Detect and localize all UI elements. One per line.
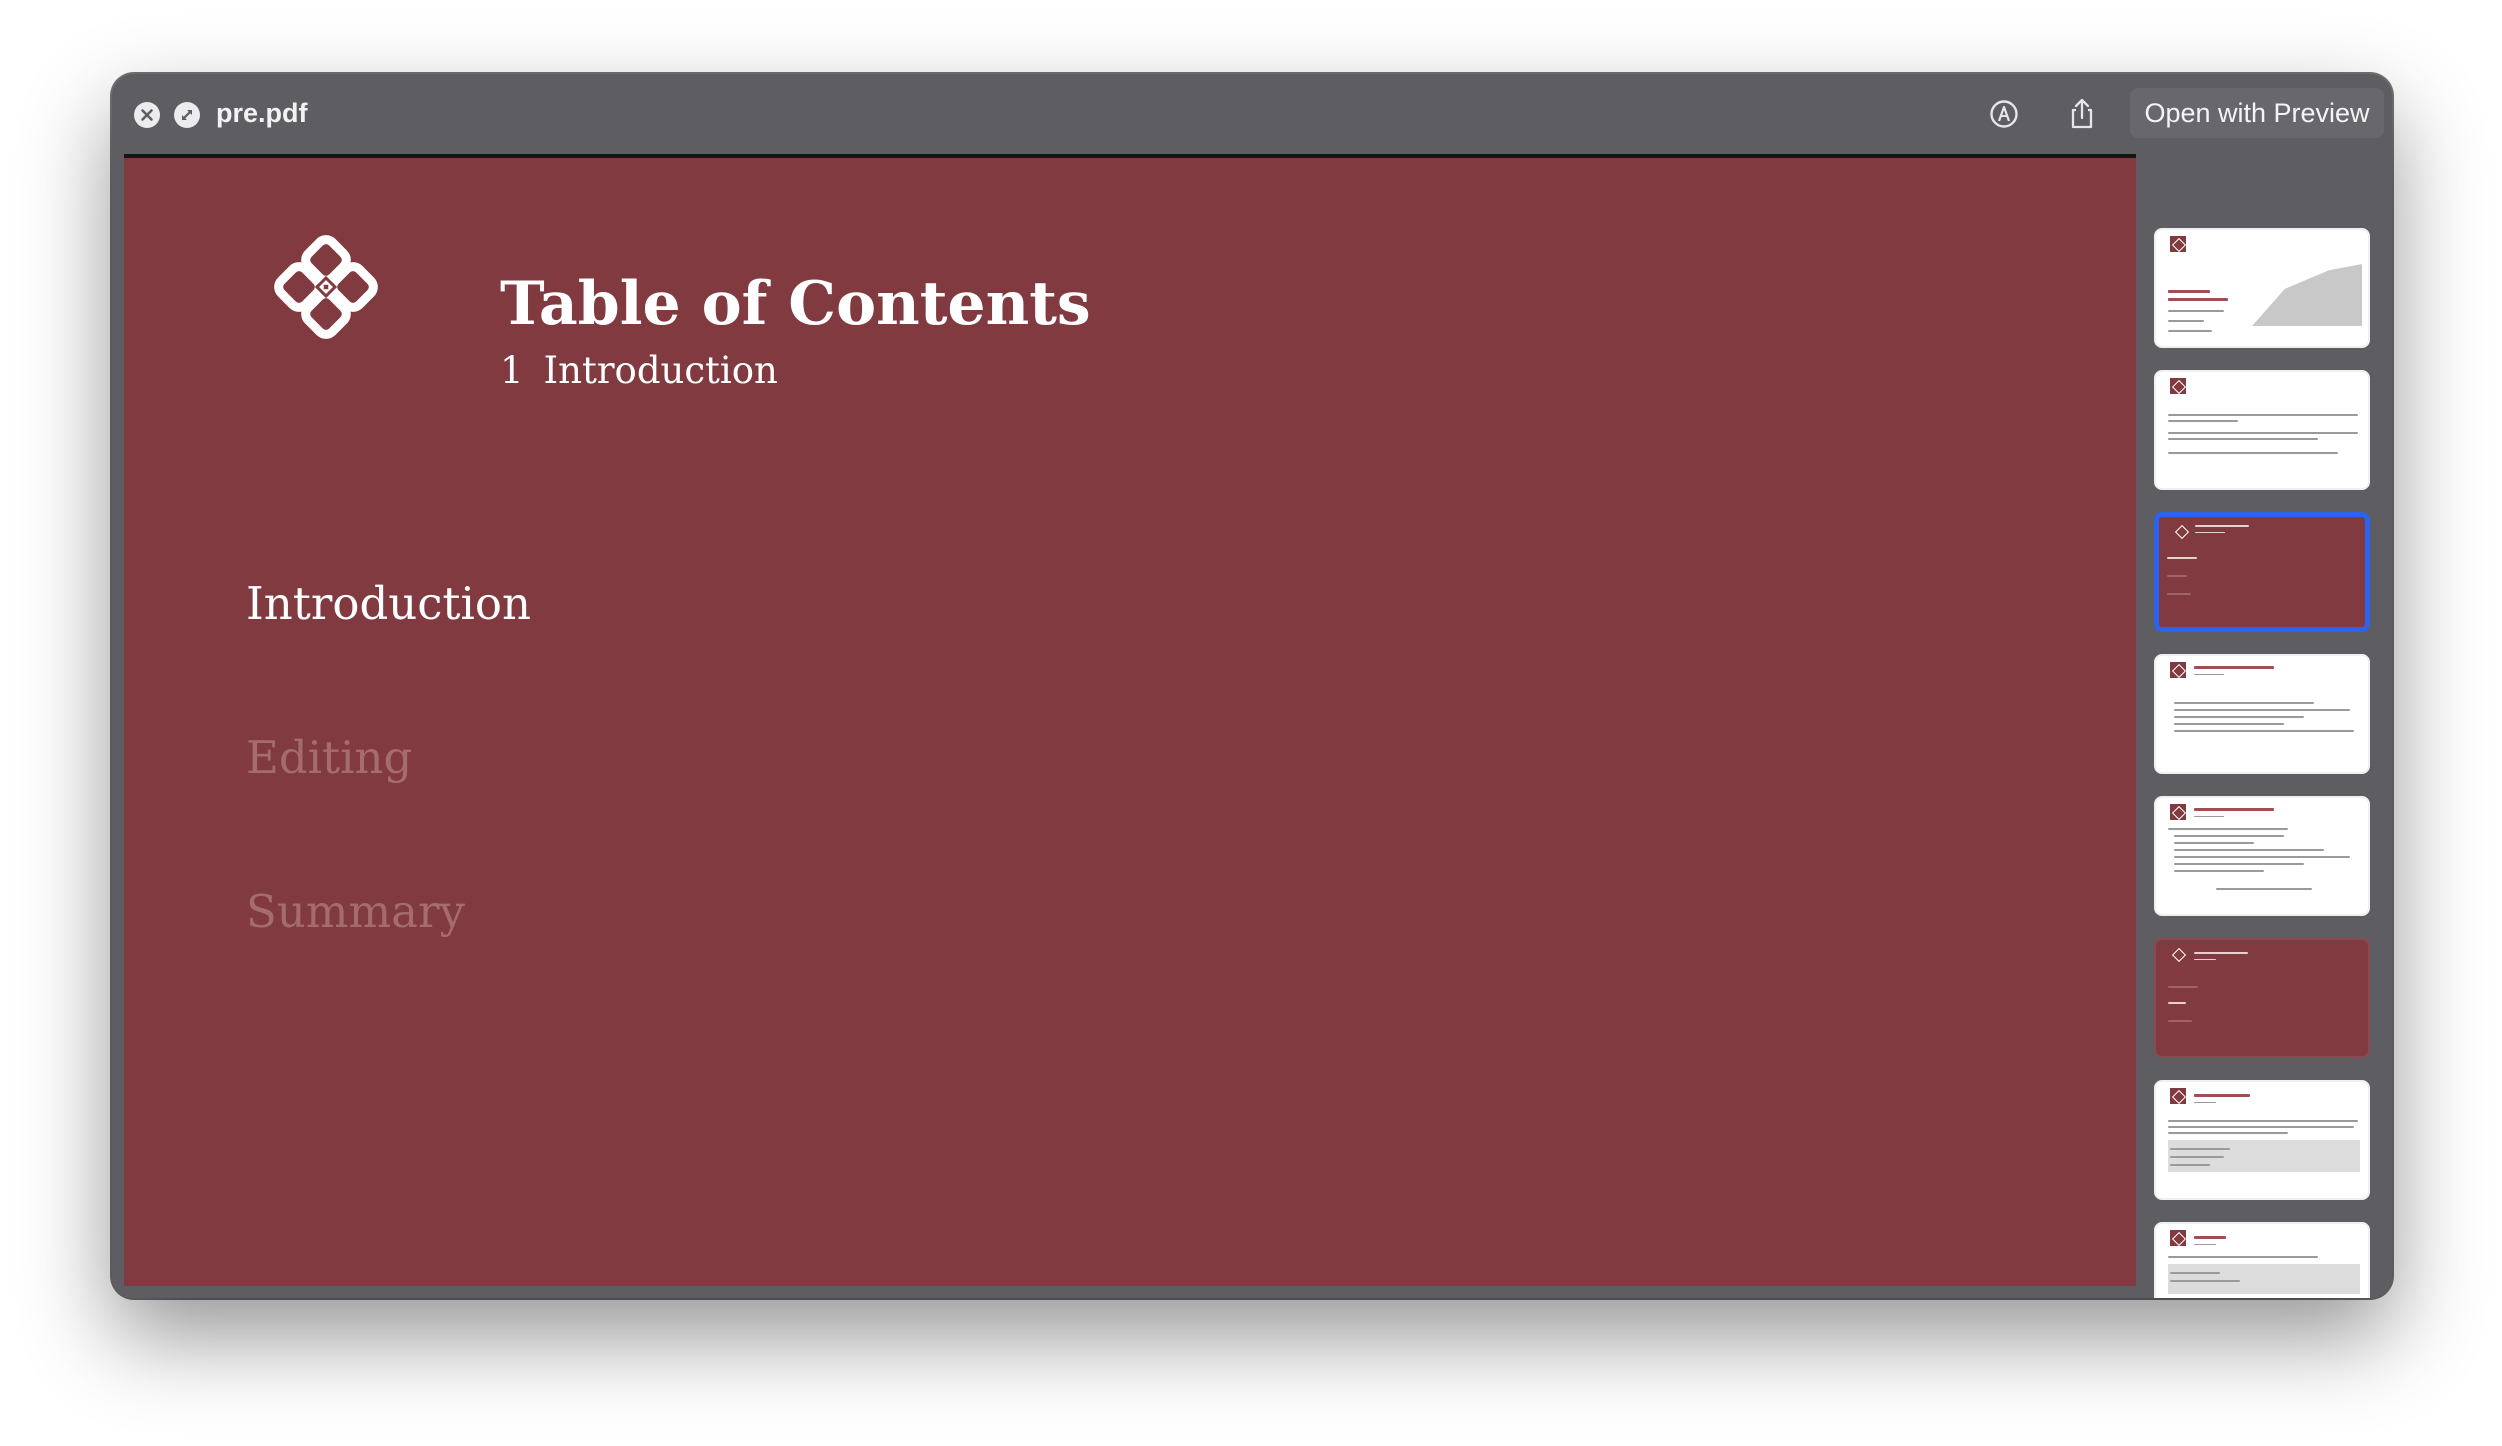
markup-icon bbox=[1990, 100, 2018, 128]
thumbnail-page-3[interactable] bbox=[2154, 512, 2370, 632]
thumbnail-page-6[interactable] bbox=[2154, 938, 2370, 1058]
toc-item-editing: Editing bbox=[246, 731, 413, 784]
thumbnail-page-4[interactable] bbox=[2154, 654, 2370, 774]
window-title: pre.pdf bbox=[216, 98, 308, 128]
thumbnail-page-8[interactable] bbox=[2154, 1222, 2370, 1298]
mini-logo-icon bbox=[2173, 523, 2189, 539]
logo-icon bbox=[274, 235, 378, 339]
thumbnail-page-1[interactable] bbox=[2154, 228, 2370, 348]
mini-logo-icon bbox=[2170, 804, 2186, 820]
section-number: 1 bbox=[500, 349, 524, 392]
mini-logo-icon bbox=[2170, 1230, 2186, 1246]
quicklook-window: pre.pdf Open with Preview Table of Conte… bbox=[112, 74, 2392, 1298]
toc-item-introduction: Introduction bbox=[246, 577, 531, 630]
mini-logo-icon bbox=[2170, 1088, 2186, 1104]
thumbnail-page-2[interactable] bbox=[2154, 370, 2370, 490]
mini-logo-icon bbox=[2170, 946, 2186, 962]
share-button[interactable] bbox=[2062, 94, 2102, 134]
mini-logo-icon bbox=[2170, 662, 2186, 678]
toc-item-summary: Summary bbox=[246, 885, 465, 938]
open-with-preview-button[interactable]: Open with Preview bbox=[2130, 88, 2384, 138]
mini-logo-icon bbox=[2170, 236, 2186, 252]
markup-button[interactable] bbox=[1984, 94, 2024, 134]
close-button[interactable] bbox=[134, 102, 160, 128]
section-name: Introduction bbox=[543, 349, 778, 392]
university-logo bbox=[269, 230, 394, 355]
fullscreen-button[interactable] bbox=[174, 102, 200, 128]
slide-title: Table of Contents bbox=[500, 269, 1091, 339]
slide-subtitle: 1 Introduction bbox=[500, 348, 778, 394]
title-bar: pre.pdf Open with Preview bbox=[112, 74, 2392, 152]
share-icon bbox=[2071, 98, 2093, 129]
fullscreen-icon bbox=[175, 103, 199, 127]
thumbnail-page-7[interactable] bbox=[2154, 1080, 2370, 1200]
slide-page: Table of Contents 1 Introduction Introduc… bbox=[124, 154, 2136, 1286]
close-icon bbox=[135, 103, 159, 127]
thumbnail-page-5[interactable] bbox=[2154, 796, 2370, 916]
mini-logo-icon bbox=[2170, 378, 2186, 394]
